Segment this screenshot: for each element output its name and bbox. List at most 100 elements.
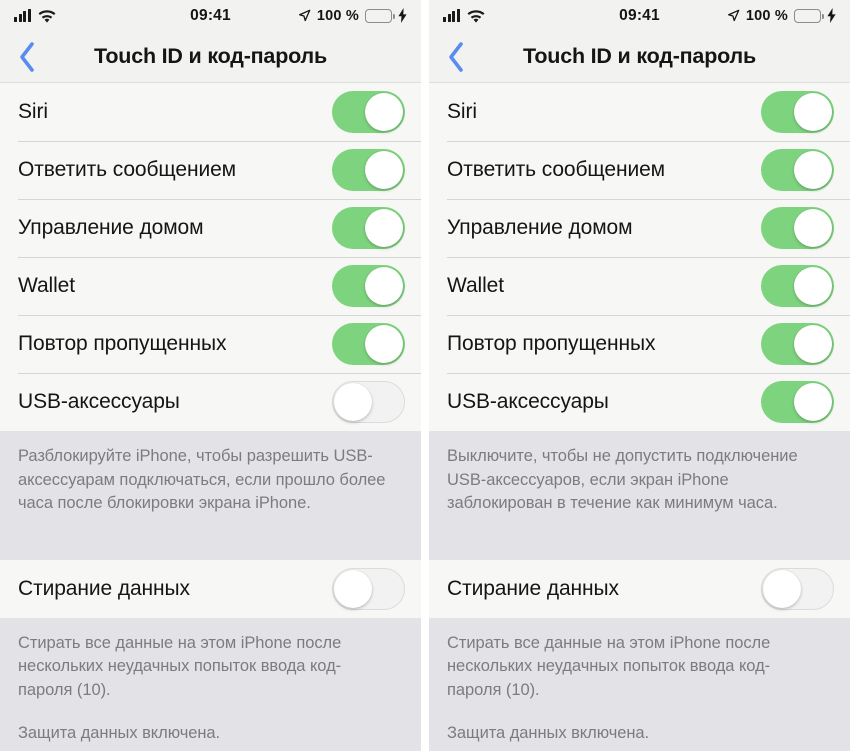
- settings-row-label: USB-аксессуары: [447, 390, 609, 413]
- lightning-bolt-icon-glyph: [398, 8, 407, 23]
- settings-row[interactable]: Повтор пропущенных: [0, 315, 421, 373]
- section-footer-note: Разблокируйте iPhone, чтобы разрешить US…: [0, 431, 421, 530]
- toggle-switch[interactable]: [332, 207, 405, 249]
- settings-row-label: Управление домом: [447, 216, 633, 239]
- section-footer-note: Выключите, чтобы не допустить подключени…: [429, 431, 850, 530]
- settings-row-label: Стирание данных: [18, 576, 190, 600]
- phone-screen-left: 09:41 100 % Touch ID и код-пароль Siri Ответ…: [0, 0, 421, 751]
- location-arrow-icon-glyph: [298, 9, 311, 22]
- settings-row-label: Siri: [18, 100, 48, 123]
- settings-row[interactable]: Ответить сообщением: [429, 141, 850, 199]
- section-footer-note: Стирать все данные на этом iPhone после …: [0, 617, 421, 751]
- status-bar: 09:41 100 %: [0, 0, 421, 31]
- settings-row[interactable]: Wallet: [429, 257, 850, 315]
- footer-paragraph: Стирать все данные на этом iPhone после …: [447, 633, 771, 699]
- settings-row[interactable]: Управление домом: [0, 199, 421, 257]
- settings-row-label: Siri: [447, 100, 477, 123]
- toggle-switch[interactable]: [761, 207, 834, 249]
- toggle-switch[interactable]: [761, 567, 834, 610]
- toggle-switch[interactable]: [332, 149, 405, 191]
- settings-row[interactable]: Siri: [0, 83, 421, 141]
- settings-list: Siri Ответить сообщением Управление домом W…: [429, 83, 850, 751]
- toggle-knob: [365, 325, 403, 363]
- battery-full-icon: [365, 8, 395, 23]
- section-footer-note: Стирать все данные на этом iPhone после …: [429, 617, 850, 751]
- navigation-bar: Touch ID и код-пароль: [429, 31, 850, 83]
- location-arrow-icon: [727, 9, 740, 22]
- lightning-bolt-icon: [827, 8, 836, 23]
- location-arrow-icon-glyph: [727, 9, 740, 22]
- settings-row-label: Управление домом: [18, 216, 204, 239]
- status-bar-right: 100 %: [727, 8, 836, 24]
- toggle-switch[interactable]: [761, 323, 834, 365]
- settings-row[interactable]: USB-аксессуары: [429, 373, 850, 431]
- toggle-switch[interactable]: [332, 323, 405, 365]
- toggle-knob: [794, 93, 832, 131]
- settings-row-label: Повтор пропущенных: [18, 332, 227, 355]
- toggle-knob: [794, 383, 832, 421]
- footer-paragraph: Разблокируйте iPhone, чтобы разрешить US…: [18, 447, 386, 513]
- settings-group: Siri Ответить сообщением Управление домом W…: [0, 83, 421, 431]
- page-title: Touch ID и код-пароль: [522, 44, 756, 68]
- settings-row-label: Ответить сообщением: [18, 158, 236, 181]
- toggle-knob: [794, 151, 832, 189]
- settings-row[interactable]: Siri: [429, 83, 850, 141]
- page-title: Touch ID и код-пароль: [93, 44, 327, 68]
- toggle-knob: [334, 569, 372, 608]
- settings-row[interactable]: Ответить сообщением: [0, 141, 421, 199]
- toggle-knob: [365, 209, 403, 247]
- toggle-switch[interactable]: [761, 265, 834, 307]
- battery-percent-label: 100 %: [316, 7, 359, 24]
- battery-full-icon: [794, 8, 824, 23]
- settings-group: Стирание данных: [0, 559, 421, 618]
- footer-paragraph: Стирать все данные на этом iPhone после …: [18, 633, 342, 699]
- wifi-icon: [467, 9, 485, 23]
- battery-percent-label: 100 %: [745, 7, 788, 24]
- chevron-left-icon-glyph: [20, 41, 34, 72]
- panel-divider: [421, 0, 429, 751]
- toggle-knob: [794, 325, 832, 363]
- settings-row[interactable]: Управление домом: [429, 199, 850, 257]
- toggle-switch[interactable]: [332, 265, 405, 307]
- settings-row-label: Wallet: [447, 274, 504, 297]
- cellular-signal-icon: [14, 9, 31, 22]
- toggle-switch[interactable]: [761, 381, 834, 423]
- toggle-switch[interactable]: [332, 567, 405, 610]
- settings-list: Siri Ответить сообщением Управление домом W…: [0, 83, 421, 751]
- back-button[interactable]: [12, 40, 42, 74]
- settings-row[interactable]: USB-аксессуары: [0, 373, 421, 431]
- settings-row-label: Повтор пропущенных: [447, 332, 656, 355]
- status-bar-left: [443, 9, 485, 23]
- settings-row[interactable]: Повтор пропущенных: [429, 315, 850, 373]
- toggle-knob: [365, 151, 403, 189]
- toggle-knob: [794, 267, 832, 305]
- location-arrow-icon: [298, 9, 311, 22]
- wifi-icon-glyph: [38, 9, 55, 23]
- wifi-icon-glyph: [467, 9, 484, 23]
- toggle-switch[interactable]: [761, 91, 834, 133]
- settings-row-label: Ответить сообщением: [447, 158, 665, 181]
- footer-paragraph: Защита данных включена.: [18, 723, 221, 742]
- toggle-knob: [794, 209, 832, 247]
- section-spacer: [0, 529, 421, 560]
- status-bar: 09:41 100 %: [429, 0, 850, 31]
- toggle-knob: [365, 93, 403, 131]
- settings-row-label: Wallet: [18, 274, 75, 297]
- toggle-switch[interactable]: [332, 91, 405, 133]
- settings-row[interactable]: Стирание данных: [0, 560, 421, 618]
- settings-row[interactable]: Стирание данных: [429, 560, 850, 618]
- status-bar-left: [14, 9, 56, 23]
- settings-group: Стирание данных: [429, 559, 850, 618]
- cellular-signal-icon: [443, 9, 460, 22]
- toggle-knob: [334, 383, 372, 421]
- footer-paragraph: Выключите, чтобы не допустить подключени…: [447, 447, 798, 513]
- toggle-switch[interactable]: [332, 381, 405, 423]
- settings-row[interactable]: Wallet: [0, 257, 421, 315]
- chevron-left-icon-glyph: [449, 41, 463, 72]
- toggle-switch[interactable]: [761, 149, 834, 191]
- back-button[interactable]: [441, 40, 471, 74]
- footer-paragraph: Защита данных включена.: [447, 723, 650, 742]
- toggle-knob: [365, 267, 403, 305]
- wifi-icon: [38, 9, 56, 23]
- toggle-knob: [763, 569, 801, 608]
